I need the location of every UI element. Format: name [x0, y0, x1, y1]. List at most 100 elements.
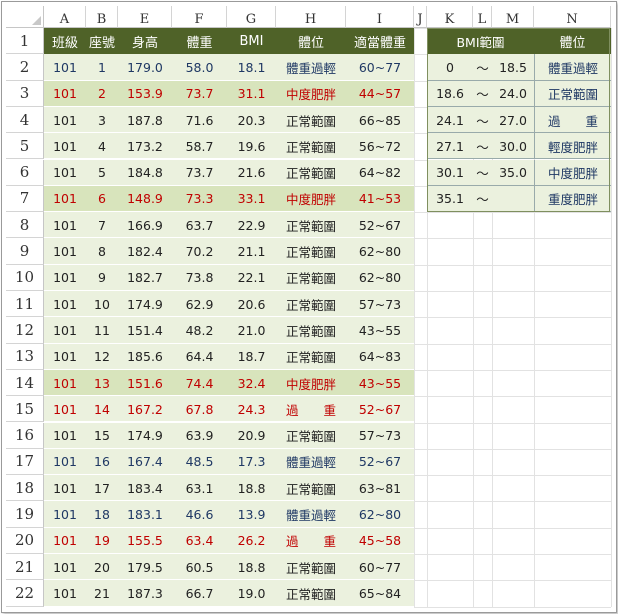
- column-header-j[interactable]: J: [414, 6, 427, 28]
- cell-weight[interactable]: 73.7: [172, 81, 227, 107]
- cell-ideal[interactable]: 62~80: [346, 501, 414, 527]
- row-header-8[interactable]: 8: [6, 212, 44, 239]
- cell-weight[interactable]: 48.2: [172, 317, 227, 343]
- cell-class[interactable]: 101: [44, 396, 86, 422]
- row-header-12[interactable]: 12: [6, 317, 44, 344]
- cell-weight[interactable]: 58.0: [172, 54, 227, 80]
- cell-seat[interactable]: 18: [86, 501, 118, 527]
- cell-bmi[interactable]: 33.1: [227, 186, 276, 212]
- cell-bmi[interactable]: 22.9: [227, 212, 276, 238]
- cell-height[interactable]: 148.9: [118, 186, 172, 212]
- cell-height[interactable]: 151.4: [118, 317, 172, 343]
- cell-class[interactable]: 101: [44, 344, 86, 370]
- cell-status[interactable]: 體重過輕: [276, 449, 346, 475]
- cell-height[interactable]: 184.8: [118, 160, 172, 186]
- cell-ideal[interactable]: 43~55: [346, 370, 414, 396]
- cell-weight[interactable]: 74.4: [172, 370, 227, 396]
- cell-class[interactable]: 101: [44, 238, 86, 264]
- cell-ideal[interactable]: 41~53: [346, 186, 414, 212]
- row-header-22[interactable]: 22: [6, 580, 44, 607]
- cell-seat[interactable]: 10: [86, 291, 118, 317]
- cell-status[interactable]: 正常範圍: [276, 212, 346, 238]
- row-header-19[interactable]: 19: [6, 501, 44, 528]
- row-header-2[interactable]: 2: [6, 54, 44, 81]
- row-header-17[interactable]: 17: [6, 448, 44, 476]
- cell-bmi[interactable]: 20.9: [227, 423, 276, 449]
- cell-class[interactable]: 101: [44, 449, 86, 475]
- cell-class[interactable]: 101: [44, 501, 86, 527]
- cell-height[interactable]: 185.6: [118, 344, 172, 370]
- cell-height[interactable]: 183.4: [118, 475, 172, 501]
- cell-bmi[interactable]: 21.0: [227, 317, 276, 343]
- cell-height[interactable]: 183.1: [118, 501, 172, 527]
- cell-bmi[interactable]: 13.9: [227, 501, 276, 527]
- cell-ideal[interactable]: 43~55: [346, 317, 414, 343]
- cell-class[interactable]: 101: [44, 160, 86, 186]
- cell-status[interactable]: 正常範圍: [276, 423, 346, 449]
- cell-height[interactable]: 167.4: [118, 449, 172, 475]
- row-header-16[interactable]: 16: [6, 422, 44, 449]
- cell-height[interactable]: 166.9: [118, 212, 172, 238]
- row-header-1[interactable]: 1: [6, 28, 44, 55]
- column-header-n[interactable]: N: [534, 6, 611, 28]
- cell-status[interactable]: 正常範圍: [276, 160, 346, 186]
- cell-bmi[interactable]: 21.6: [227, 160, 276, 186]
- cell-class[interactable]: 101: [44, 423, 86, 449]
- cell-seat[interactable]: 9: [86, 265, 118, 291]
- cell-bmi[interactable]: 17.3: [227, 449, 276, 475]
- cell-ideal[interactable]: 62~80: [346, 238, 414, 264]
- cell-status[interactable]: 體重過輕: [276, 54, 346, 80]
- cell-status[interactable]: 中度肥胖: [276, 81, 346, 107]
- cell-ideal[interactable]: 60~77: [346, 554, 414, 580]
- row-header-7[interactable]: 7: [6, 185, 44, 213]
- cell-bmi[interactable]: 22.1: [227, 265, 276, 291]
- cell-ideal[interactable]: 52~67: [346, 396, 414, 422]
- cell-seat[interactable]: 13: [86, 370, 118, 396]
- cell-bmi[interactable]: 18.8: [227, 475, 276, 501]
- cell-class[interactable]: 101: [44, 317, 86, 343]
- cell-weight[interactable]: 63.7: [172, 212, 227, 238]
- cell-status[interactable]: 正常範圍: [276, 107, 346, 133]
- row-header-4[interactable]: 4: [6, 106, 44, 134]
- cell-status[interactable]: 正常範圍: [276, 238, 346, 264]
- cell-height[interactable]: 174.9: [118, 423, 172, 449]
- cell-status[interactable]: 正常範圍: [276, 133, 346, 159]
- cell-height[interactable]: 167.2: [118, 396, 172, 422]
- header-weight[interactable]: 體重: [172, 28, 227, 55]
- cell-height[interactable]: 187.8: [118, 107, 172, 133]
- row-header-13[interactable]: 13: [6, 343, 44, 370]
- row-header-11[interactable]: 11: [6, 291, 44, 318]
- cell-bmi[interactable]: 32.4: [227, 370, 276, 396]
- cell-class[interactable]: 101: [44, 133, 86, 159]
- column-header-m[interactable]: M: [492, 6, 534, 28]
- cell-bmi[interactable]: 20.3: [227, 107, 276, 133]
- cell-weight[interactable]: 63.1: [172, 475, 227, 501]
- column-header-k[interactable]: K: [427, 6, 473, 28]
- cell-ideal[interactable]: 64~82: [346, 160, 414, 186]
- cell-class[interactable]: 101: [44, 186, 86, 212]
- cell-seat[interactable]: 11: [86, 317, 118, 343]
- cell-seat[interactable]: 6: [86, 186, 118, 212]
- cell-weight[interactable]: 63.9: [172, 423, 227, 449]
- cell-status[interactable]: 過 重: [276, 396, 346, 422]
- cell-bmi[interactable]: 31.1: [227, 81, 276, 107]
- row-header-10[interactable]: 10: [6, 264, 44, 291]
- cell-weight[interactable]: 64.4: [172, 344, 227, 370]
- cell-class[interactable]: 101: [44, 265, 86, 291]
- cell-status[interactable]: 正常範圍: [276, 317, 346, 343]
- cell-weight[interactable]: 58.7: [172, 133, 227, 159]
- cell-weight[interactable]: 46.6: [172, 501, 227, 527]
- cell-seat[interactable]: 7: [86, 212, 118, 238]
- cell-weight[interactable]: 67.8: [172, 396, 227, 422]
- row-header-3[interactable]: 3: [6, 80, 44, 107]
- cell-class[interactable]: 101: [44, 212, 86, 238]
- row-header-15[interactable]: 15: [6, 396, 44, 423]
- cell-bmi[interactable]: 18.7: [227, 344, 276, 370]
- header-status[interactable]: 體位: [276, 28, 346, 55]
- cell-weight[interactable]: 66.7: [172, 580, 227, 606]
- cell-status[interactable]: 正常範圍: [276, 580, 346, 606]
- select-all-corner[interactable]: [6, 6, 44, 28]
- row-header-20[interactable]: 20: [6, 527, 44, 554]
- cell-bmi[interactable]: 19.0: [227, 580, 276, 606]
- cell-weight[interactable]: 62.9: [172, 291, 227, 317]
